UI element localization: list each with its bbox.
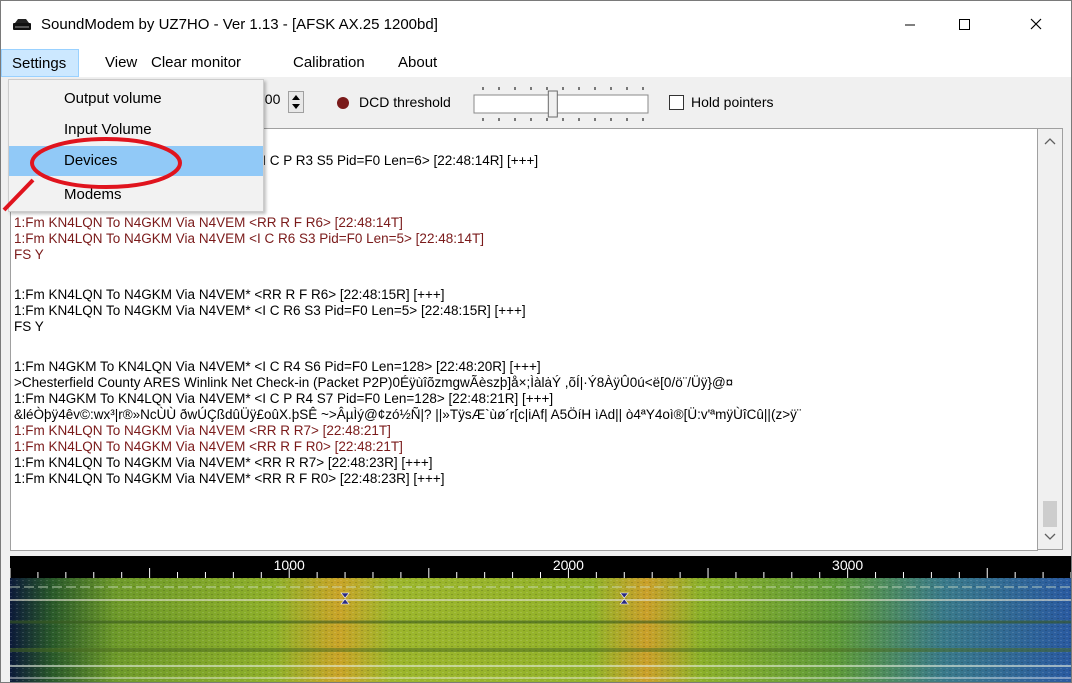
monitor-line: 1:Fm KN4LQN To N4GKM Via N4VEM* <I C R6 … [14,303,526,318]
monitor-scrollbar[interactable] [1037,128,1063,550]
monitor-line: 1:Fm KN4LQN To N4GKM Via N4VEM <RR R F R… [14,215,403,230]
scroll-up-icon[interactable] [1038,135,1062,147]
modem-icon [13,19,31,30]
minimize-icon [905,24,915,26]
menu-calibration[interactable]: Calibration [293,54,365,71]
freq-label: 1000 [274,557,305,573]
dcd-threshold-label: DCD threshold [359,94,451,110]
close-button[interactable] [1013,1,1059,49]
monitor-line: 1:Fm N4GKM To KN4LQN Via N4VEM* <I C R4 … [14,359,541,374]
hold-pointers-label: Hold pointers [691,94,774,110]
waterfall-display: 1000 2000 3000 [10,556,1071,682]
slider-track [473,94,649,114]
spin-arrows-icon [292,95,300,109]
waterfall-spectrum[interactable]: 1000 2000 3000 [10,556,1071,682]
hold-pointers-checkbox[interactable] [669,95,684,110]
menu-item-modems[interactable]: Modems [9,180,263,210]
monitor-line: FS Y [14,319,44,334]
menu-settings[interactable]: Settings [1,49,80,77]
frequency-spin-button[interactable] [288,91,304,113]
monitor-line: 1:Fm KN4LQN To N4GKM Via N4VEM* <RR R R7… [14,455,433,470]
monitor-line: 1:Fm KN4LQN To N4GKM Via N4VEM <RR R R7>… [14,423,391,438]
monitor-line: 1:Fm KN4LQN To N4GKM Via N4VEM <RR R F R… [14,439,403,454]
monitor-line: &léÒþÿ4êv©:wx³|r®»NcÙÙ ðwÚÇßdûÜÿ£oûX.þSÊ… [14,407,802,422]
minimize-button[interactable] [887,1,933,49]
menu-item-devices[interactable]: Devices [9,146,263,176]
monitor-line: 1:Fm KN4LQN To N4GKM Via N4VEM* <RR R F … [14,287,445,302]
title-bar[interactable]: SoundModem by UZ7HO - Ver 1.13 - [AFSK A… [1,1,1071,49]
menu-item-output-volume[interactable]: Output volume [9,84,263,114]
menu-bar: Settings View Clear monitor Calibration … [1,49,1071,77]
settings-dropdown-menu: Output volume Input Volume Devices Modem… [8,79,264,212]
monitor-line: 1:Fm KN4LQN To N4GKM Via N4VEM <I C R6 S… [14,231,484,246]
scroll-down-icon[interactable] [1038,531,1062,543]
slider-thumb [547,90,558,118]
freq-label: 2000 [553,557,584,573]
menu-clear-monitor[interactable]: Clear monitor [151,54,241,71]
close-icon [1030,18,1042,30]
menu-about[interactable]: About [398,54,437,71]
dcd-threshold-slider[interactable] [473,85,653,123]
menu-view[interactable]: View [105,54,137,71]
dcd-indicator-icon [337,97,349,109]
monitor-line: 1:Fm N4GKM To KN4LQN Via N4VEM* <I C P R… [14,391,554,406]
maximize-icon [959,19,970,30]
freq-label: 3000 [832,557,863,573]
monitor-line: FS Y [14,247,44,262]
monitor-line: >Chesterfield County ARES Winlink Net Ch… [14,375,734,390]
menu-item-input-volume[interactable]: Input Volume [9,115,263,145]
monitor-line: 1:Fm KN4LQN To N4GKM Via N4VEM* <RR R F … [14,471,445,486]
window-title: SoundModem by UZ7HO - Ver 1.13 - [AFSK A… [41,16,438,33]
maximize-button[interactable] [941,1,987,49]
scrollbar-thumb[interactable] [1043,501,1057,527]
